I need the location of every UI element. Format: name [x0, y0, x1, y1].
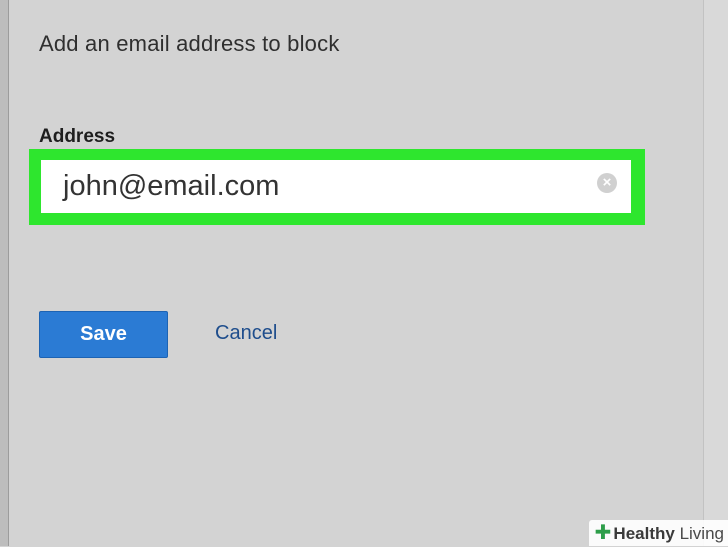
clear-icon[interactable]: ×: [597, 173, 617, 193]
watermark-logo: ✚ Healthy Living: [588, 520, 728, 546]
address-input-value: john@email.com: [63, 170, 280, 202]
page-title: Add an email address to block: [39, 31, 340, 56]
watermark-regular-text: Living: [679, 524, 724, 543]
left-panel-edge: [0, 0, 9, 546]
right-panel-edge: [703, 0, 728, 546]
watermark-bold-text: Healthy: [613, 524, 675, 543]
plus-cross-icon: ✚: [594, 522, 612, 544]
save-button[interactable]: Save: [39, 311, 168, 358]
address-label: Address: [39, 126, 116, 147]
cancel-button[interactable]: Cancel: [215, 322, 277, 345]
address-input[interactable]: john@email.com ×: [41, 160, 631, 213]
